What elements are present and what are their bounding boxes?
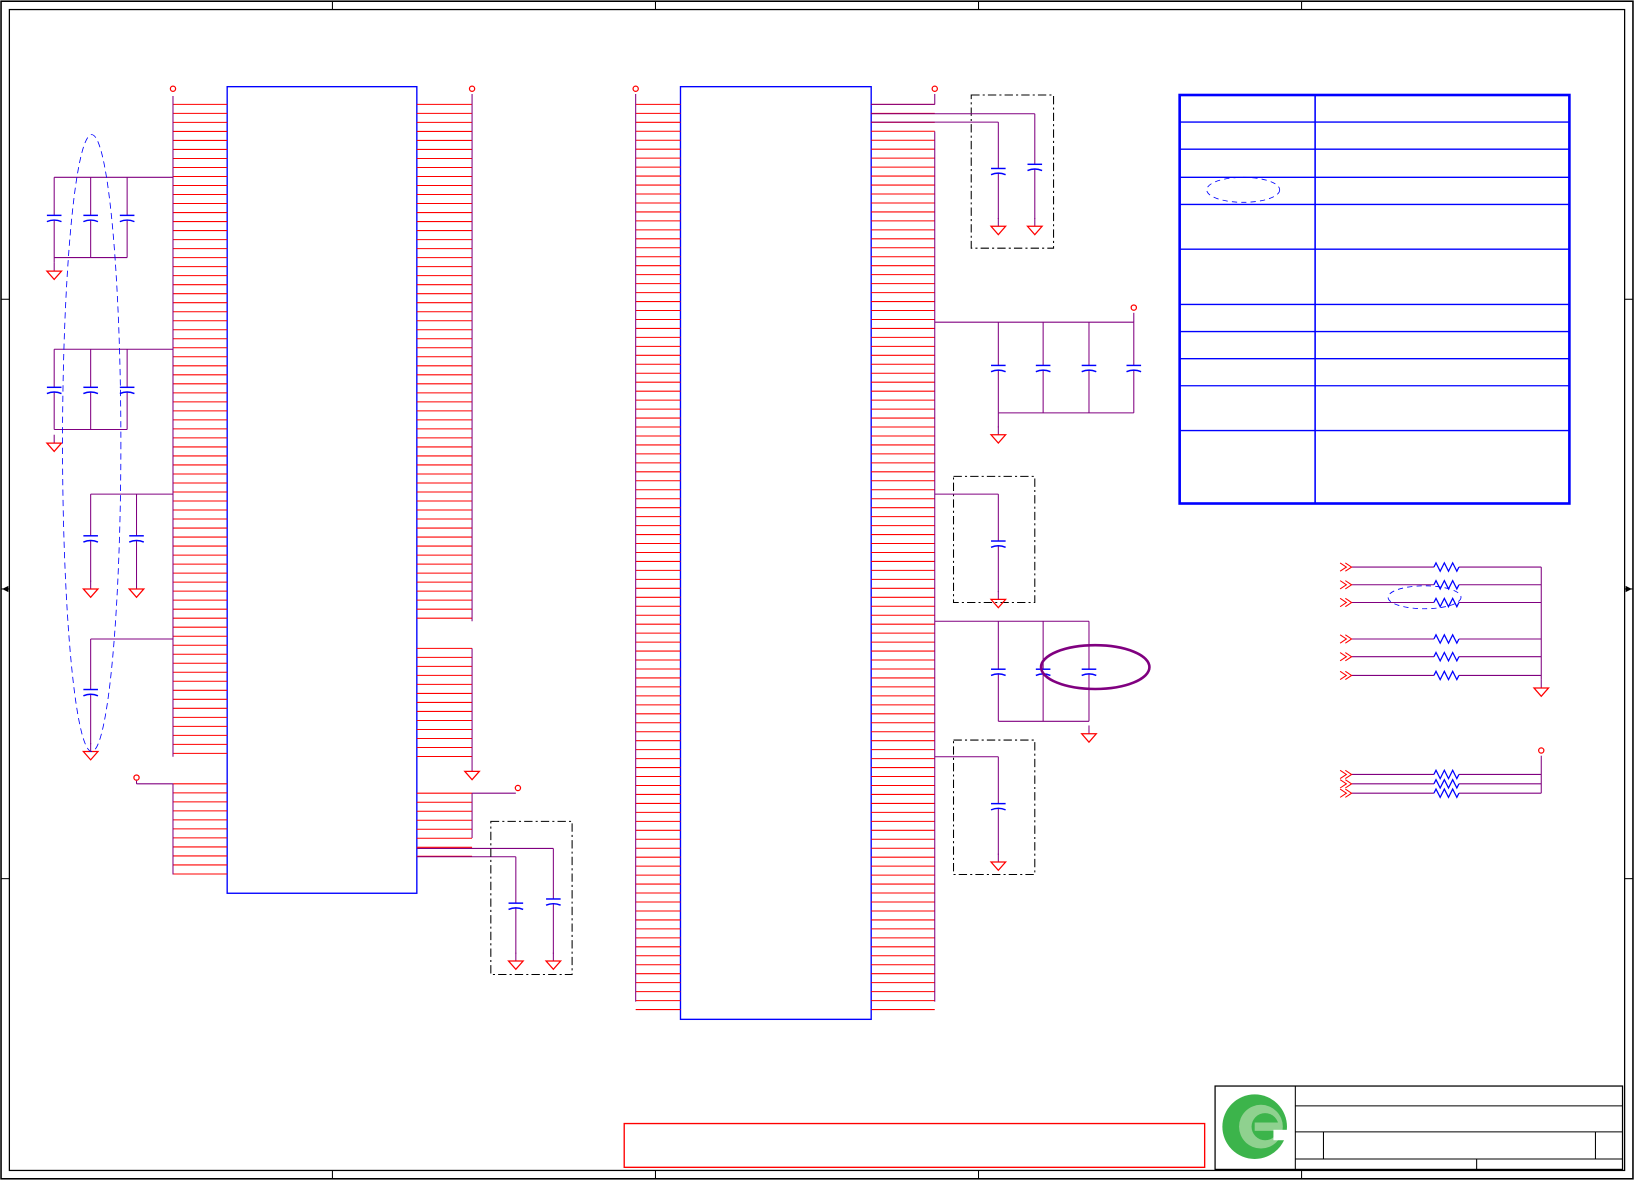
annotation-ellipse: [1387, 585, 1462, 610]
capacitor: [46, 349, 62, 430]
highlight-ellipse: [1039, 643, 1151, 691]
capacitor: [545, 848, 561, 954]
power-port: [169, 85, 177, 92]
capacitor: [83, 638, 99, 745]
resistor: [1339, 768, 1542, 781]
capacitor: [83, 494, 99, 582]
power-port: [514, 784, 522, 792]
optional-cap-box: [970, 94, 1055, 249]
capacitor: [990, 756, 1006, 855]
ground-symbol: [463, 762, 481, 781]
note-box: [623, 1122, 1206, 1168]
capacitor: [508, 856, 524, 954]
annotation-ellipse: [62, 134, 122, 752]
resistor: [1339, 596, 1542, 609]
inner-border: [8, 8, 1626, 1172]
capacitor: [119, 177, 135, 258]
table-border: [1178, 93, 1571, 505]
power-port: [468, 85, 476, 92]
resistor: [1339, 787, 1542, 799]
optional-cap-box: [952, 475, 1036, 604]
zone-arrow: [1625, 585, 1632, 593]
resistor: [1339, 561, 1542, 573]
capacitor: [119, 349, 135, 430]
optional-cap-box: [490, 820, 573, 976]
resistor: [1339, 651, 1542, 663]
annotation-ellipse: [1206, 176, 1281, 203]
ground-symbol: [989, 426, 1007, 445]
ic-left: [133, 85, 573, 976]
capacitor: [1035, 322, 1051, 413]
capacitor: [83, 177, 99, 258]
power-port: [632, 85, 639, 92]
power-port: [133, 774, 140, 781]
resistor: [1339, 633, 1542, 645]
capacitor: [128, 494, 145, 582]
capacitor: [990, 122, 1006, 220]
ground-symbol: [45, 434, 63, 453]
capacitor: [1081, 322, 1097, 413]
ground-symbol: [1026, 217, 1044, 236]
resistor-network: [1339, 561, 1550, 799]
ground-symbol: [45, 262, 63, 281]
resistor: [1339, 579, 1542, 591]
ground-symbol: [989, 217, 1007, 236]
ground-symbol: [127, 580, 146, 599]
company-logo: [1222, 1094, 1293, 1159]
capacitor: [990, 322, 1006, 413]
power-port: [931, 85, 938, 92]
capacitor: [990, 494, 1006, 593]
power-port: [1130, 304, 1138, 311]
capacitor: [83, 349, 99, 430]
ground-symbol: [989, 853, 1007, 872]
power-port: [1538, 747, 1545, 754]
resistor: [1339, 669, 1542, 682]
ground-symbol: [989, 591, 1007, 609]
ground-symbol: [1080, 725, 1098, 744]
ic-right-body: [679, 85, 872, 1021]
schematic-diagram: [0, 0, 1634, 1180]
title-block: [623, 1085, 1624, 1171]
ground-symbol: [544, 952, 563, 971]
ground-symbol: [507, 952, 525, 971]
optional-cap-box: [952, 739, 1036, 876]
zone-arrow: [2, 585, 9, 593]
info-table: [1178, 93, 1571, 505]
ic-left-body: [226, 85, 418, 894]
capacitor: [1081, 621, 1097, 722]
ground-symbol: [81, 580, 100, 599]
capacitor: [1126, 322, 1142, 413]
ground-symbol: [1532, 679, 1550, 698]
capacitor: [1027, 113, 1043, 220]
decoupling-capacitors: [45, 113, 1151, 971]
resistor: [1339, 778, 1542, 790]
capacitor: [46, 177, 62, 258]
capacitor: [990, 621, 1006, 722]
